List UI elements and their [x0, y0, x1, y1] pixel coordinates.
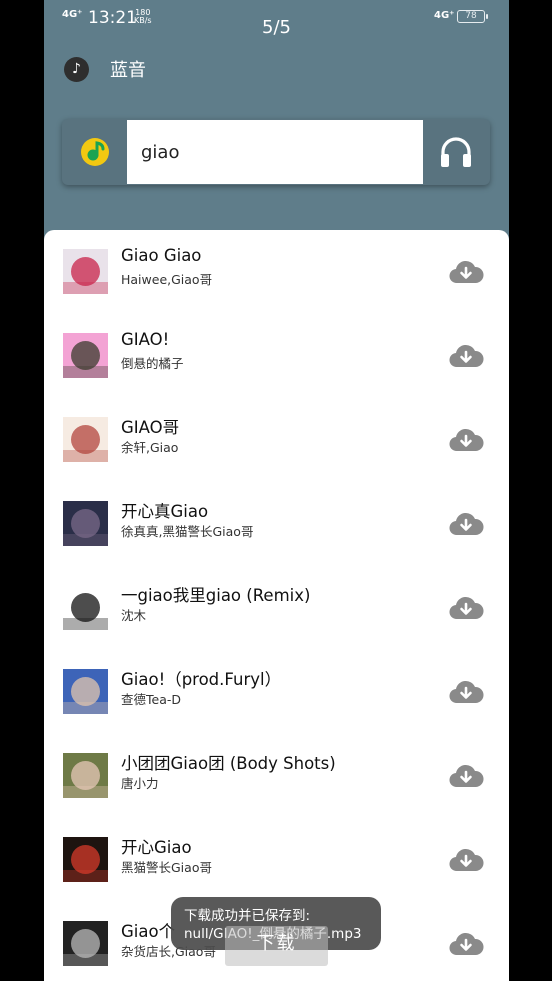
headphones-icon[interactable]: [438, 135, 474, 169]
cloud-download-icon[interactable]: [448, 845, 484, 875]
cloud-download-icon[interactable]: [448, 761, 484, 791]
song-row[interactable]: GIAO! 倒悬的橘子: [44, 314, 509, 398]
album-cover: [63, 249, 108, 294]
cloud-download-icon[interactable]: [448, 593, 484, 623]
album-cover: [63, 501, 108, 546]
qq-music-icon[interactable]: [80, 137, 110, 167]
song-artist: 徐真真,黑猫警长Giao哥: [121, 524, 254, 539]
cloud-download-icon[interactable]: [448, 341, 484, 371]
song-title: Giao Giao: [121, 246, 202, 265]
album-cover: [63, 669, 108, 714]
cloud-download-icon[interactable]: [448, 509, 484, 539]
app-header: ♪ 蓝音: [64, 56, 146, 82]
song-title: GIAO哥: [121, 418, 180, 437]
song-artist: 沈木: [121, 608, 147, 623]
album-cover: [63, 753, 108, 798]
song-row[interactable]: Giao Giao Haiwee,Giao哥: [44, 230, 509, 314]
album-cover: [63, 921, 108, 966]
album-cover: [63, 837, 108, 882]
song-title: 开心Giao: [121, 838, 192, 857]
album-cover: [63, 417, 108, 462]
song-row[interactable]: 开心真Giao 徐真真,黑猫警长Giao哥: [44, 482, 509, 566]
search-bar: [62, 119, 490, 185]
song-list: Giao Giao Haiwee,Giao哥 GIAO! 倒悬的橘子 GIAO哥余轩,G…: [44, 230, 509, 981]
song-title: Giao!（prod.Furyl）: [121, 670, 282, 689]
page-indicator: 5/5: [262, 17, 291, 38]
song-title: GIAO!: [121, 330, 170, 349]
song-row[interactable]: Giao!（prod.Furyl） 查德Tea-D: [44, 650, 509, 734]
download-button[interactable]: 下载: [225, 926, 328, 966]
toast-line-1: 下载成功并已保存到:: [184, 908, 311, 924]
song-title: 开心真Giao: [121, 502, 209, 521]
song-title: 一giao我里giao (Remix): [121, 586, 311, 605]
song-artist: 黑猫警长Giao哥: [121, 860, 212, 875]
song-row[interactable]: 小团团Giao团 (Body Shots) 唐小力: [44, 734, 509, 818]
song-artist: 唐小力: [121, 776, 159, 791]
phone-screen: 4G⁺ 13:21 180 KB/s 4G⁺ 78 5/5 ♪ 蓝音 Giao …: [44, 0, 509, 981]
song-artist: Haiwee,Giao哥: [121, 272, 213, 287]
cloud-download-icon[interactable]: [448, 425, 484, 455]
app-name: 蓝音: [110, 60, 146, 81]
song-row[interactable]: 一giao我里giao (Remix) 沈木: [44, 566, 509, 650]
cloud-download-icon[interactable]: [448, 677, 484, 707]
music-note-icon: ♪: [64, 56, 89, 82]
song-artist: 余轩,Giao: [121, 440, 179, 455]
album-cover: [63, 333, 108, 378]
album-cover: [63, 585, 108, 630]
song-artist: 查德Tea-D: [121, 692, 181, 707]
song-title: Giao个: [121, 922, 176, 941]
song-row[interactable]: 开心Giao 黑猫警长Giao哥: [44, 818, 509, 902]
cloud-download-icon[interactable]: [448, 929, 484, 959]
cloud-download-icon[interactable]: [448, 257, 484, 287]
song-row[interactable]: GIAO哥余轩,Giao: [44, 398, 509, 482]
search-input[interactable]: [127, 120, 423, 184]
song-artist: 倒悬的橘子: [121, 356, 184, 371]
song-title: 小团团Giao团 (Body Shots): [121, 754, 336, 773]
